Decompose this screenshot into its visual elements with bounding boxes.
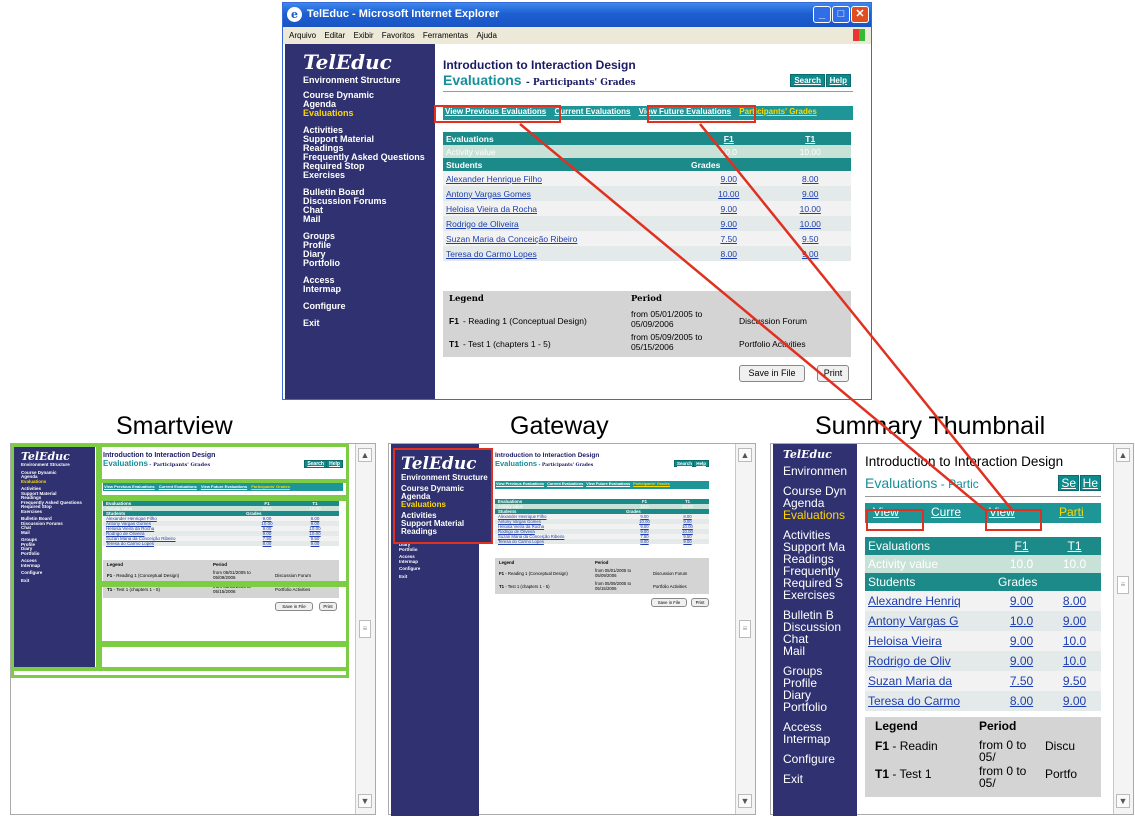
connector-future-to-thumbnail: [699, 123, 1013, 511]
connector-lines: [519, 123, 1013, 511]
connector-previous-to-thumbnail: [519, 123, 986, 511]
